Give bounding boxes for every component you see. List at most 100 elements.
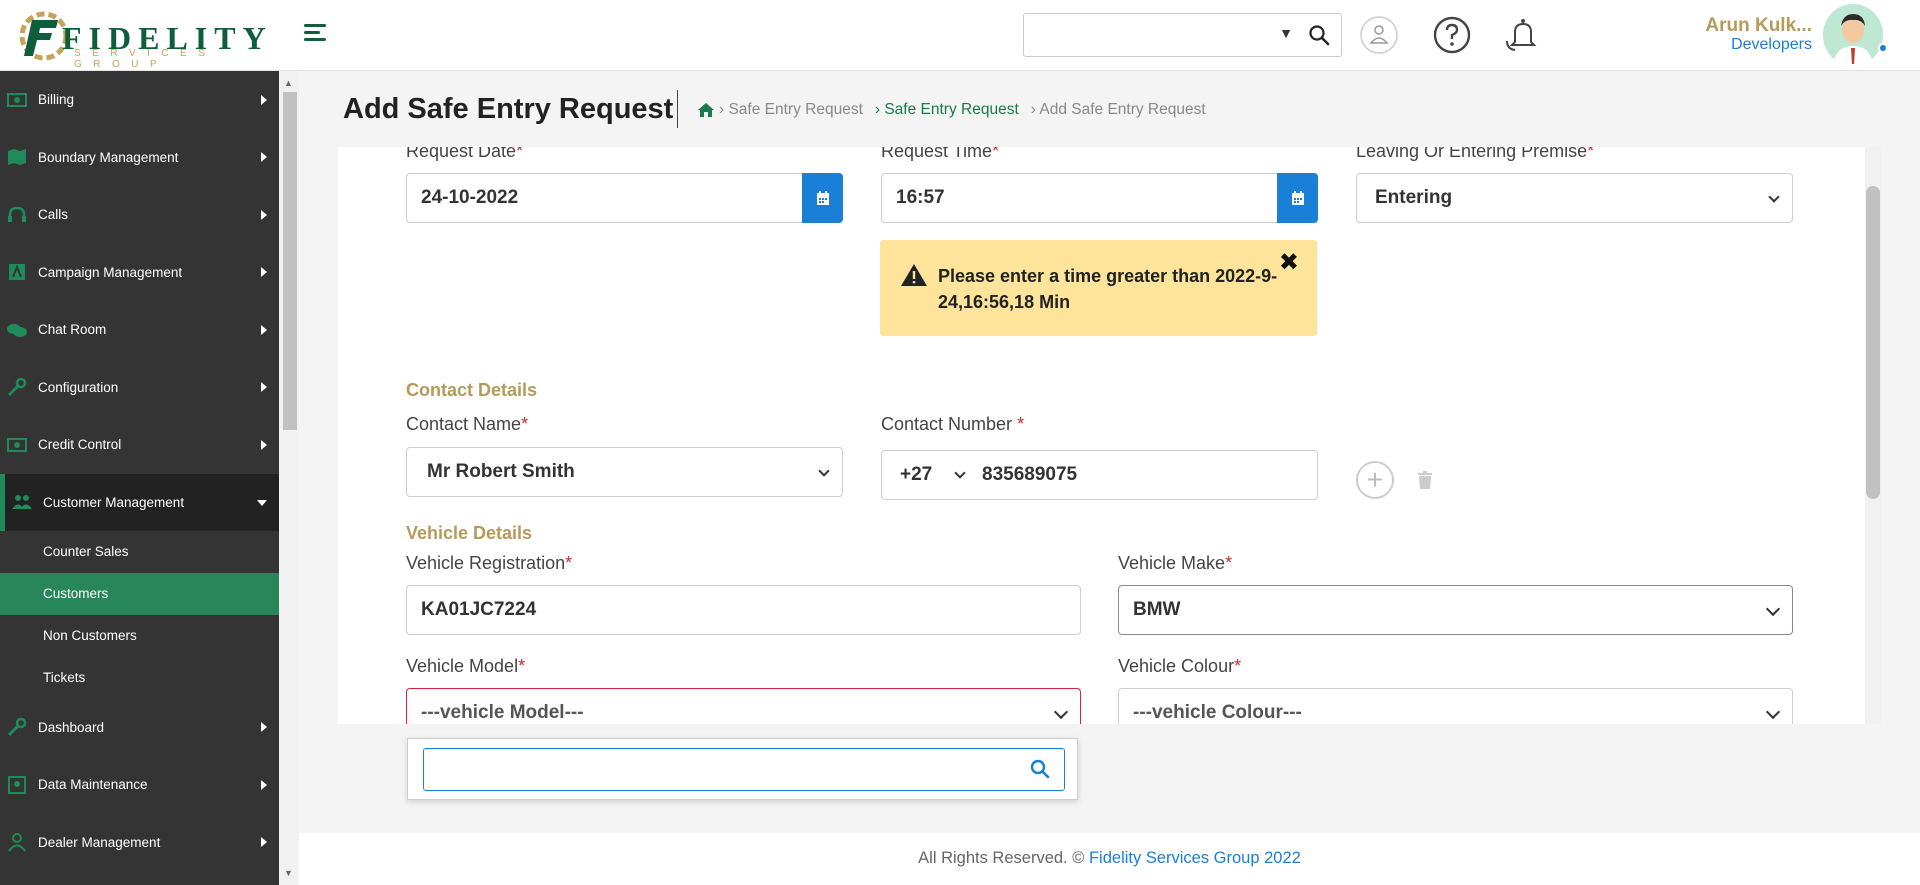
money-icon	[6, 435, 28, 455]
premise-select-value: Entering	[1375, 187, 1453, 208]
menu-toggle-button[interactable]	[304, 24, 326, 46]
user-avatar-icon	[1823, 4, 1883, 66]
sidebar-item-calls[interactable]: Calls	[0, 186, 279, 244]
vehicle-make-value: BMW	[1133, 599, 1181, 620]
fidelity-logo[interactable]: FIDELITY SERVICES GROUP	[18, 6, 266, 70]
alert-message: Please enter a time greater than 2022-9-…	[938, 266, 1278, 312]
home-icon[interactable]	[697, 102, 715, 118]
contact-number-input[interactable]: 835689075	[982, 464, 1077, 486]
time-warning-alert: Please enter a time greater than 2022-9-…	[880, 240, 1317, 336]
sidebar-item-label: Dashboard	[38, 719, 105, 735]
sidebar-item-label: Dealer Management	[38, 834, 161, 850]
vehicle-make-label: Vehicle Make*	[1118, 553, 1233, 573]
wrench-icon	[6, 377, 28, 397]
sidebar-item-credit-control[interactable]: Credit Control	[0, 416, 279, 474]
trash-icon[interactable]	[1418, 471, 1432, 489]
footer: All Rights Reserved. © Fidelity Services…	[299, 833, 1920, 885]
request-time-input[interactable]: 16:57	[881, 173, 1278, 223]
caret-right-icon	[261, 94, 267, 105]
sidebar-item-campaign-management[interactable]: Campaign Management	[0, 244, 279, 302]
contact-name-select[interactable]: Mr Robert Smith	[406, 447, 843, 497]
online-status-dot	[1878, 43, 1888, 53]
sidebar-subitem-customers[interactable]: Customers	[0, 572, 279, 615]
sidebar-item-customer-management[interactable]: Customer Management	[0, 473, 279, 531]
vehicle-model-dropdown-panel	[407, 738, 1078, 800]
user-admin-icon[interactable]	[1359, 15, 1399, 55]
chevron-down-icon	[818, 465, 830, 477]
country-code-select[interactable]: +27	[900, 464, 932, 486]
add-contact-button[interactable]: +	[1356, 461, 1394, 499]
breadcrumb-item[interactable]: › Safe Entry Request	[875, 101, 1019, 119]
vehicle-model-search-input[interactable]	[423, 748, 1065, 791]
global-search-select[interactable]: ▼	[1023, 13, 1342, 57]
vehicle-model-select[interactable]: ---vehicle Model---	[406, 688, 1081, 724]
request-date-label: Request Date*	[406, 147, 524, 161]
caret-right-icon	[261, 779, 267, 790]
caret-right-icon	[261, 722, 267, 733]
vehicle-colour-label: Vehicle Colour*	[1118, 656, 1242, 676]
vehicle-model-label: Vehicle Model*	[406, 656, 526, 676]
vehicle-colour-select[interactable]: ---vehicle Colour---	[1118, 688, 1793, 724]
vehicle-colour-value: ---vehicle Colour---	[1133, 702, 1302, 723]
chevron-down-icon[interactable]	[954, 467, 966, 479]
request-date-input[interactable]: 24-10-2022	[406, 173, 803, 223]
users-icon	[11, 492, 33, 512]
search-icon[interactable]	[1030, 759, 1050, 779]
vehicle-registration-label: Vehicle Registration*	[406, 553, 573, 573]
billing-icon	[6, 90, 28, 110]
sidebar-subitem-non-customers[interactable]: Non Customers	[0, 615, 279, 657]
search-icon[interactable]	[1307, 23, 1331, 47]
avatar[interactable]	[1823, 4, 1883, 66]
page-header: Add Safe Entry Request › Safe Entry Requ…	[299, 71, 1920, 147]
vehicle-make-select[interactable]: BMW	[1118, 585, 1793, 635]
search-caret-icon[interactable]: ▼	[1279, 25, 1293, 41]
sidebar-item-dashboard[interactable]: Dashboard	[0, 699, 279, 757]
sidebar-item-label: Campaign Management	[38, 264, 183, 280]
contact-name-label: Contact Name*	[406, 414, 529, 434]
footer-company-link[interactable]: Fidelity Services Group 2022	[1089, 849, 1301, 867]
sidebar-item-configuration[interactable]: Configuration	[0, 359, 279, 417]
sidebar-item-billing[interactable]: Billing	[0, 71, 279, 129]
request-time-calendar-button[interactable]	[1277, 173, 1318, 223]
help-icon[interactable]	[1432, 15, 1472, 55]
user-name[interactable]: Arun Kulk...	[1705, 15, 1812, 37]
top-bar: FIDELITY SERVICES GROUP ▼ Arun Kulk... D…	[0, 0, 1920, 71]
page-title: Add Safe Entry Request	[343, 93, 674, 125]
sidebar-item-data-maintenance[interactable]: Data Maintenance	[0, 756, 279, 814]
breadcrumb-item[interactable]: › Safe Entry Request	[719, 101, 863, 119]
campaign-icon	[6, 262, 28, 282]
notification-bell-icon[interactable]	[1503, 15, 1543, 55]
close-icon[interactable]: ✖	[1279, 248, 1299, 277]
caret-right-icon	[261, 324, 267, 335]
sidebar-subitem-counter-sales[interactable]: Counter Sales	[0, 531, 279, 573]
premise-label: Leaving Or Entering Premise*	[1356, 147, 1595, 161]
caret-right-icon	[261, 209, 267, 220]
footer-copyright: All Rights Reserved. ©	[918, 849, 1089, 867]
form-card: Request Date* 24-10-2022 Request Time* 1…	[338, 147, 1865, 724]
caret-right-icon	[261, 267, 267, 278]
sidebar-item-label: Calls	[38, 207, 69, 223]
main-scroll-thumb[interactable]	[1866, 186, 1880, 499]
caret-right-icon	[261, 382, 267, 393]
sidebar-item-dealer-management[interactable]: Dealer Management	[0, 814, 279, 872]
scroll-up-arrow-icon[interactable]: ▲	[284, 78, 293, 88]
request-date-calendar-button[interactable]	[802, 173, 843, 223]
calendar-icon	[1291, 191, 1304, 205]
map-icon	[6, 147, 28, 167]
data-icon	[6, 775, 28, 795]
sidebar-item-label: Boundary Management	[38, 149, 179, 165]
headset-icon	[6, 205, 28, 225]
sidebar-item-chat-room[interactable]: Chat Room	[0, 301, 279, 359]
user-role: Developers	[1731, 36, 1812, 53]
sidebar-scroll-thumb[interactable]	[283, 92, 297, 430]
chevron-down-icon	[1768, 191, 1780, 203]
logo-emblem-icon	[19, 11, 69, 61]
contact-number-field: +27 835689075	[881, 450, 1318, 500]
vehicle-registration-input[interactable]: KA01JC7224	[406, 585, 1081, 635]
vehicle-details-heading: Vehicle Details	[406, 523, 533, 543]
sidebar-item-boundary-management[interactable]: Boundary Management	[0, 129, 279, 187]
sidebar: Billing Boundary Management Calls Campai…	[0, 71, 279, 885]
premise-select[interactable]: Entering	[1356, 173, 1793, 223]
scroll-down-arrow-icon[interactable]: ▼	[284, 868, 293, 878]
sidebar-subitem-tickets[interactable]: Tickets	[0, 657, 279, 699]
